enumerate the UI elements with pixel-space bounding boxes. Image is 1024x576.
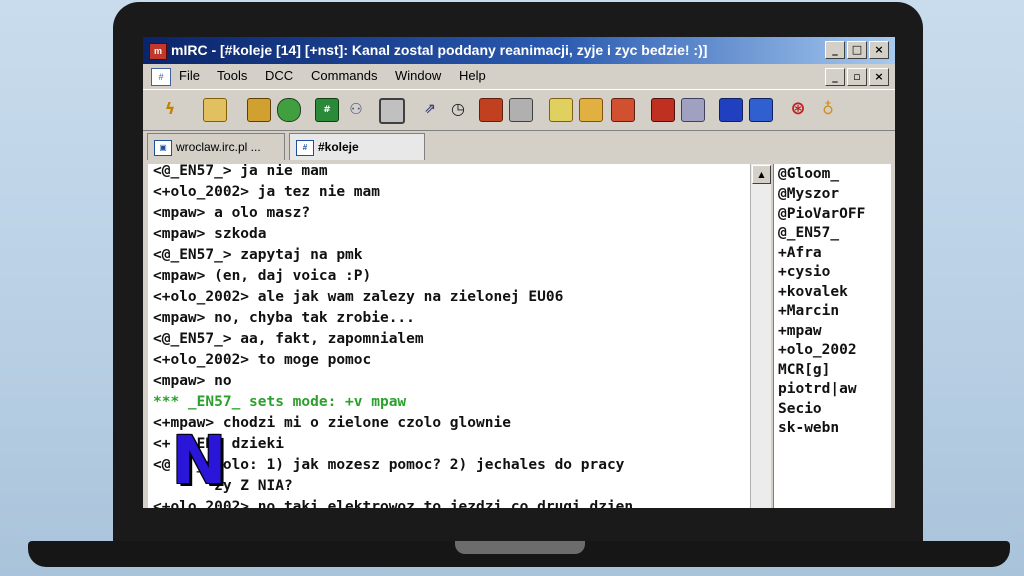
chat-line: <mpaw> szkoda	[153, 226, 267, 242]
server-window-icon: ▣	[154, 140, 172, 156]
menu-bar: # File Tools DCC Commands Window Help _ …	[143, 64, 895, 88]
dcc-chat-icon[interactable]	[509, 98, 533, 122]
chat-line: <+olo_2002> ale jak wam zalezy na zielon…	[153, 289, 564, 305]
maximize-button[interactable]: □	[847, 41, 867, 59]
nick-item[interactable]: +mpaw	[778, 321, 822, 341]
switchbar: ▣ wroclaw.irc.pl ... # #koleje	[143, 130, 895, 162]
channel-window-icon: #	[296, 140, 314, 156]
cascade-windows-icon[interactable]	[681, 98, 705, 122]
mirc-window: m mIRC - [#koleje [14] [+nst]: Kanal zos…	[143, 37, 895, 508]
child-minimize-button[interactable]: _	[825, 68, 845, 86]
nick-item[interactable]: sk-webn	[778, 418, 839, 438]
close-button[interactable]: ×	[869, 41, 889, 59]
mirc-app-icon[interactable]: m	[149, 43, 167, 60]
connect-icon[interactable]: ϟ	[159, 98, 181, 120]
chat-line: <mpaw> (en, daj voica :P)	[153, 268, 372, 284]
chat-scrollbar[interactable]: ▲	[750, 164, 771, 508]
chat-line: <mpaw> a olo masz?	[153, 205, 311, 221]
child-close-button[interactable]: ×	[869, 68, 889, 86]
arrange-icon[interactable]	[719, 98, 743, 122]
log-icon[interactable]	[579, 98, 603, 122]
nick-item[interactable]: piotrd|aw	[778, 379, 857, 399]
menu-window[interactable]: Window	[395, 64, 441, 88]
window-title: mIRC - [#koleje [14] [+nst]: Kanal zosta…	[171, 42, 708, 58]
channel-window-icon[interactable]: #	[151, 68, 171, 86]
window-list-icon[interactable]	[749, 98, 773, 122]
chat-line: <+olo_2002> to moge pomoc	[153, 352, 372, 368]
chat-line: <mpaw> no	[153, 373, 232, 389]
options-icon[interactable]	[203, 98, 227, 122]
menu-dcc[interactable]: DCC	[265, 64, 293, 88]
nick-item[interactable]: Secio	[778, 399, 822, 419]
minimize-button[interactable]: _	[825, 41, 845, 59]
chat-line: <+olo_2002> ja tez nie mam	[153, 184, 380, 200]
tab-channel-koleje[interactable]: # #koleje	[289, 133, 425, 160]
nick-item[interactable]: +Marcin	[778, 301, 839, 321]
help-lifebuoy-icon[interactable]: ⊛	[787, 98, 809, 120]
notify-list-icon[interactable]: ⚇	[345, 98, 367, 120]
nick-item[interactable]: @PioVarOFF	[778, 204, 865, 224]
menu-commands[interactable]: Commands	[311, 64, 377, 88]
nick-item[interactable]: @Gloom_	[778, 164, 839, 184]
timer-icon[interactable]: ◷	[447, 98, 469, 120]
chat-line: <@_EN57_> zapytaj na pmk	[153, 247, 363, 263]
tab-status-server[interactable]: ▣ wroclaw.irc.pl ...	[147, 133, 285, 160]
nick-item[interactable]: +cysio	[778, 262, 830, 282]
toolbar: ϟ # ⚇ ⇗ ◷ ⊛ ♁	[143, 89, 895, 131]
menu-tools[interactable]: Tools	[217, 64, 247, 88]
chat-line: <@_EN57_> aa, fakt, zapomnialem	[153, 331, 424, 347]
channel-list-icon[interactable]	[277, 98, 301, 122]
scroll-up-arrow-icon[interactable]: ▲	[752, 165, 771, 184]
scripts-editor-icon[interactable]	[379, 98, 405, 124]
title-bar[interactable]: m mIRC - [#koleje [14] [+nst]: Kanal zos…	[143, 37, 895, 64]
nick-item[interactable]: +olo_2002	[778, 340, 857, 360]
chat-line: <mpaw> no, chyba tak zrobie...	[153, 310, 415, 326]
address-book-icon[interactable]	[247, 98, 271, 122]
tab-label-channel: #koleje	[318, 140, 359, 154]
urls-icon[interactable]	[549, 98, 573, 122]
tab-label-server: wroclaw.irc.pl ...	[176, 140, 261, 154]
nick-item[interactable]: @_EN57_	[778, 223, 839, 243]
menu-help[interactable]: Help	[459, 64, 486, 88]
nick-item[interactable]: +Afra	[778, 243, 822, 263]
tile-windows-icon[interactable]	[651, 98, 675, 122]
laptop-notch	[455, 541, 585, 554]
chat-log[interactable]: <@_EN57_> ja nie mam <+olo_2002> ja tez …	[148, 164, 750, 508]
received-files-icon[interactable]	[611, 98, 635, 122]
mode-change-line: *** _EN57_ sets mode: +v mpaw	[153, 394, 407, 410]
nick-list[interactable]: @Gloom_ @Myszor @PioVarOFF @_EN57_ +Afra…	[773, 164, 891, 508]
about-icon[interactable]: ♁	[817, 98, 839, 120]
menu-file[interactable]: File	[179, 64, 200, 88]
channel-logo-watermark: N	[171, 422, 227, 499]
nick-item[interactable]: @Myszor	[778, 184, 839, 204]
colors-icon[interactable]	[479, 98, 503, 122]
child-restore-button[interactable]: ▫	[847, 68, 867, 86]
nick-item[interactable]: MCR[g]	[778, 360, 830, 380]
nick-item[interactable]: +kovalek	[778, 282, 848, 302]
send-file-icon[interactable]: ⇗	[419, 98, 441, 120]
channels-folder-icon[interactable]: #	[315, 98, 339, 122]
chat-line: <@_EN57_> ja nie mam	[153, 164, 328, 179]
